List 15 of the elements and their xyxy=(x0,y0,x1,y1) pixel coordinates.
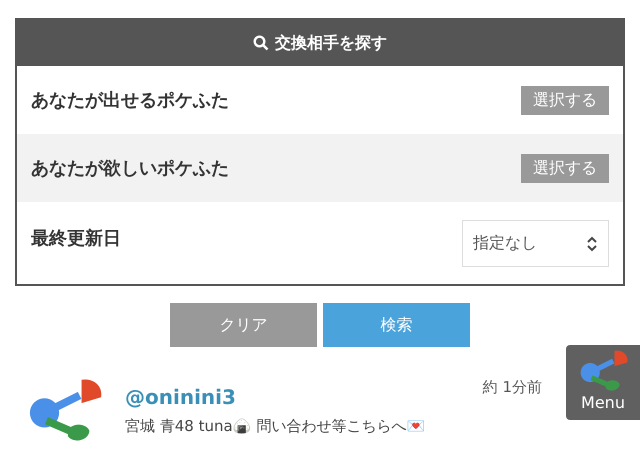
search-icon xyxy=(253,35,269,51)
panel-title: 交換相手を探す xyxy=(275,32,387,54)
clear-button[interactable]: クリア xyxy=(170,303,317,347)
filter-label: あなたが出せるポケふた xyxy=(31,89,229,112)
menu-button[interactable]: Menu xyxy=(566,345,640,420)
search-button[interactable]: 検索 xyxy=(323,303,470,347)
chevron-icon xyxy=(586,236,598,252)
filter-label: あなたが欲しいポケふた xyxy=(31,157,229,180)
user-bio: 宮城 青48 tuna🍙 問い合わせ等こちらへ💌 xyxy=(125,417,426,436)
filter-label: 最終更新日 xyxy=(31,227,121,250)
username-link[interactable]: @oninini3 xyxy=(125,385,426,409)
select-button[interactable]: 選択する xyxy=(521,154,609,182)
timestamp: 約 1分前 xyxy=(482,378,542,397)
date-select[interactable]: 指定なし xyxy=(462,220,609,267)
select-button[interactable]: 選択する xyxy=(521,86,609,114)
